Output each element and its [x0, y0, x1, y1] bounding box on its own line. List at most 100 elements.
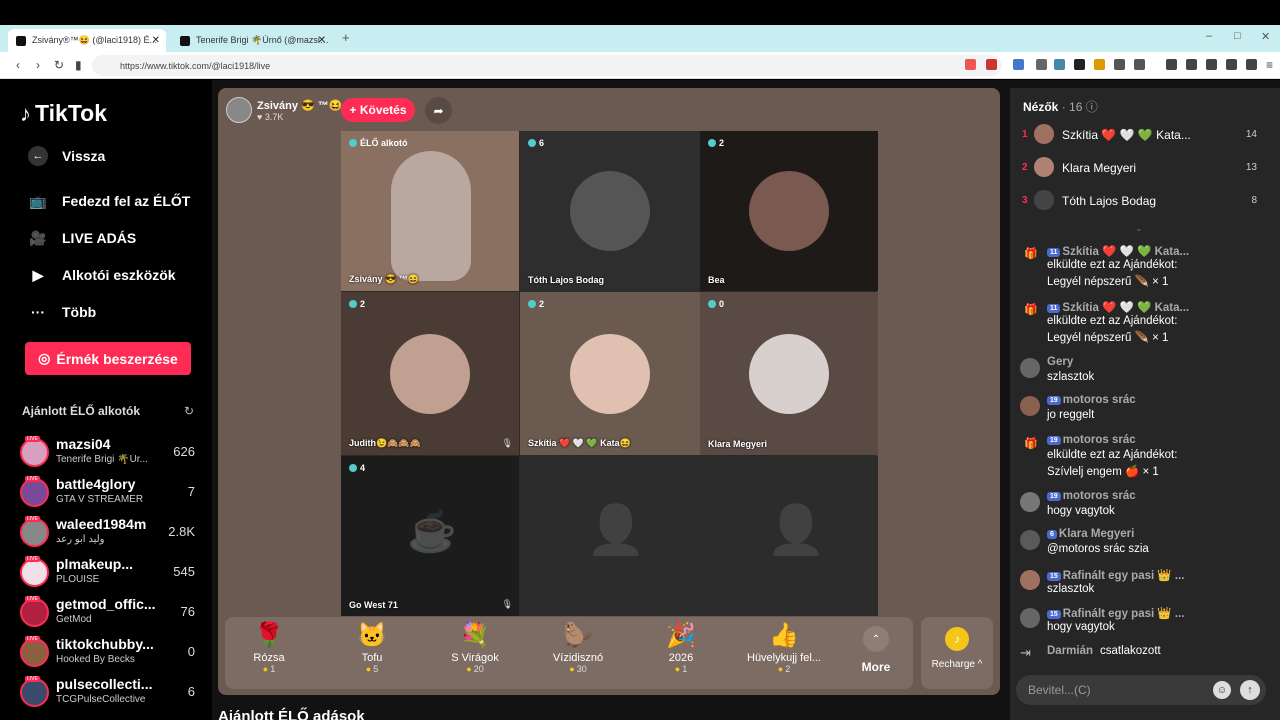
user-avatar[interactable]: [1020, 530, 1040, 550]
chat-username[interactable]: 19 motoros srác: [1047, 434, 1262, 446]
close-tab-icon[interactable]: ✕: [152, 35, 160, 46]
top-viewer-row[interactable]: 2 Klara Megyeri 13: [1022, 157, 1267, 181]
get-coins-button[interactable]: ◎ Érmék beszerzése: [25, 342, 191, 375]
forward-arrow-icon[interactable]: ›: [36, 58, 40, 72]
top-viewer-row[interactable]: 3 Tóth Lajos Bodag 8: [1022, 190, 1267, 214]
maximize-button[interactable]: □: [1234, 30, 1241, 42]
host-avatar[interactable]: [226, 97, 252, 123]
refresh-icon[interactable]: ↻: [184, 404, 194, 418]
chat-username[interactable]: 6 Klara Megyeri: [1047, 528, 1262, 540]
guest-cell[interactable]: 2 Szkítia ❤️ 🤍 💚 Kata😆: [520, 292, 700, 455]
ai-icon[interactable]: [1226, 59, 1237, 70]
extension-icon[interactable]: [1036, 59, 1047, 70]
viewers-title: Nézők: [1023, 100, 1059, 114]
recharge-button[interactable]: ♪ Recharge ^: [921, 617, 993, 689]
new-tab-button[interactable]: +: [342, 30, 350, 45]
creator-avatar[interactable]: [20, 558, 49, 587]
nav-creator-tools[interactable]: ▶ Alkotói eszközök: [28, 265, 176, 285]
browser-tab-active[interactable]: Zsivány®™😆 (@laci1918) É... ✕: [8, 29, 166, 52]
suggested-creator[interactable]: LIVE tiktokchubby... Hooked By Becks 0: [20, 636, 200, 672]
creator-avatar[interactable]: [20, 518, 49, 547]
viewer-avatar[interactable]: [1034, 124, 1054, 144]
creator-avatar[interactable]: [20, 638, 49, 667]
chat-username[interactable]: 19 motoros srác: [1047, 394, 1262, 406]
triangle-extension-icon[interactable]: [986, 59, 997, 70]
guest-cell[interactable]: ÉLŐ alkotó Zsivány 😎 ™😆: [341, 131, 519, 291]
emoji-icon[interactable]: ☺: [1213, 681, 1231, 699]
extension-icon[interactable]: [1114, 59, 1125, 70]
viewer-avatar[interactable]: [1034, 157, 1054, 177]
guest-cell[interactable]: 0 Klara Megyeri: [700, 292, 878, 455]
music-icon[interactable]: [1166, 59, 1177, 70]
chat-username[interactable]: 11 Szkítia ❤️ 🤍 💚 Kata...: [1047, 300, 1262, 314]
close-tab-icon[interactable]: ✕: [318, 35, 326, 46]
menu-icon[interactable]: ≡: [1266, 58, 1273, 72]
sidebar-icon[interactable]: [1186, 59, 1197, 70]
guest-cell[interactable]: 👤: [520, 456, 700, 616]
minimize-button[interactable]: –: [1206, 30, 1212, 42]
user-avatar[interactable]: [1020, 608, 1040, 628]
nav-explore-live[interactable]: 📺 Fedezd fel az ÉLŐT: [28, 191, 190, 211]
viewer-score: 8: [1251, 195, 1257, 206]
extension-icon[interactable]: [1094, 59, 1105, 70]
shield-extension-icon[interactable]: [965, 59, 976, 70]
top-viewer-row[interactable]: 1 Szkítia ❤️ 🤍 💚 Kata... 14: [1022, 124, 1267, 148]
gift-item[interactable]: 🐱 Tofu5: [327, 620, 417, 686]
host-name[interactable]: Zsivány 😎 ™😆: [257, 99, 342, 112]
back-link[interactable]: ← Vissza: [28, 146, 105, 166]
browser-tab[interactable]: Tenerife Brigi 🌴Úrnő (@mazsi04) É... ✕: [172, 29, 332, 52]
reload-icon[interactable]: ↻: [54, 58, 64, 72]
suggested-creator[interactable]: LIVE waleed1984m وليد ابو رعد 2.8K: [20, 516, 200, 552]
user-avatar[interactable]: [1020, 358, 1040, 378]
puzzle-extension-icon[interactable]: [1134, 59, 1145, 70]
guest-cell[interactable]: 2 Bea: [700, 131, 878, 291]
follow-button[interactable]: + Követés: [341, 98, 415, 122]
nav-go-live[interactable]: 🎥 LIVE ADÁS: [28, 228, 136, 248]
gift-item[interactable]: 🌹 Rózsa1: [224, 620, 314, 686]
user-avatar[interactable]: [1020, 492, 1040, 512]
guest-cell[interactable]: 2 Judith😉🙈🙈🙈 🎙: [341, 292, 519, 455]
chevron-down-icon[interactable]: ⌄: [1135, 223, 1143, 234]
user-avatar[interactable]: [1020, 570, 1040, 590]
creator-avatar[interactable]: [20, 678, 49, 707]
creator-avatar[interactable]: [20, 478, 49, 507]
creator-avatar[interactable]: [20, 438, 49, 467]
tiktok-logo[interactable]: ♪ TikTok: [20, 100, 107, 127]
viewer-avatar[interactable]: [1034, 190, 1054, 210]
guest-cell[interactable]: ☕ 4 Go West 71 🎙: [341, 456, 519, 616]
gift-item[interactable]: 🎉 20261: [636, 620, 726, 686]
level-badge: 6: [1047, 530, 1057, 539]
extension-icon[interactable]: [1074, 59, 1085, 70]
suggested-creator[interactable]: LIVE mazsi04 Tenerife Brigi 🌴Úr... 626: [20, 436, 200, 472]
guest-cell[interactable]: 6 Tóth Lajos Bodag: [520, 131, 700, 291]
gift-item[interactable]: 👍 Hüvelykujj fel...2: [739, 620, 829, 686]
guest-cell[interactable]: 👤: [700, 456, 878, 616]
download-icon[interactable]: [1246, 59, 1257, 70]
join-user[interactable]: Darmián: [1047, 645, 1093, 657]
chat-username[interactable]: Gery: [1047, 356, 1262, 368]
chat-username[interactable]: 15 Rafinált egy pasi 👑 ...: [1047, 606, 1262, 620]
host-info[interactable]: [226, 97, 252, 123]
nav-more[interactable]: ··· Több: [28, 302, 96, 322]
suggested-creator[interactable]: LIVE battle4glory GTA V STREAMER 7: [20, 476, 200, 512]
send-icon[interactable]: ↑: [1240, 680, 1260, 700]
hls-extension-icon[interactable]: [1054, 59, 1065, 70]
creator-avatar[interactable]: [20, 598, 49, 627]
close-window-button[interactable]: ✕: [1261, 30, 1270, 43]
chat-username[interactable]: 11 Szkítia ❤️ 🤍 💚 Kata...: [1047, 244, 1262, 258]
chat-username[interactable]: 15 Rafinált egy pasi 👑 ...: [1047, 568, 1262, 582]
share-icon[interactable]: ➦: [425, 97, 452, 124]
user-avatar[interactable]: [1020, 396, 1040, 416]
suggested-creator[interactable]: LIVE getmod_offic... GetMod 76: [20, 596, 200, 632]
chat-username[interactable]: 19 motoros srác: [1047, 490, 1262, 502]
gift-item[interactable]: 🦫 Vízidisznó30: [533, 620, 623, 686]
gift-item[interactable]: 💐 S Virágok20: [430, 620, 520, 686]
bookmark-icon[interactable]: ▮: [75, 58, 82, 72]
more-gifts-button[interactable]: ⌃ More: [858, 626, 894, 674]
wallet-icon[interactable]: [1206, 59, 1217, 70]
back-arrow-icon[interactable]: ‹: [16, 58, 20, 72]
suggested-creator[interactable]: LIVE plmakeup... PLOUISE 545: [20, 556, 200, 592]
translate-extension-icon[interactable]: [1013, 59, 1024, 70]
suggested-creator[interactable]: LIVE pulsecollecti... TCGPulseCollective 6: [20, 676, 200, 712]
url-input[interactable]: https://www.tiktok.com/@laci1918/live: [92, 55, 1002, 76]
